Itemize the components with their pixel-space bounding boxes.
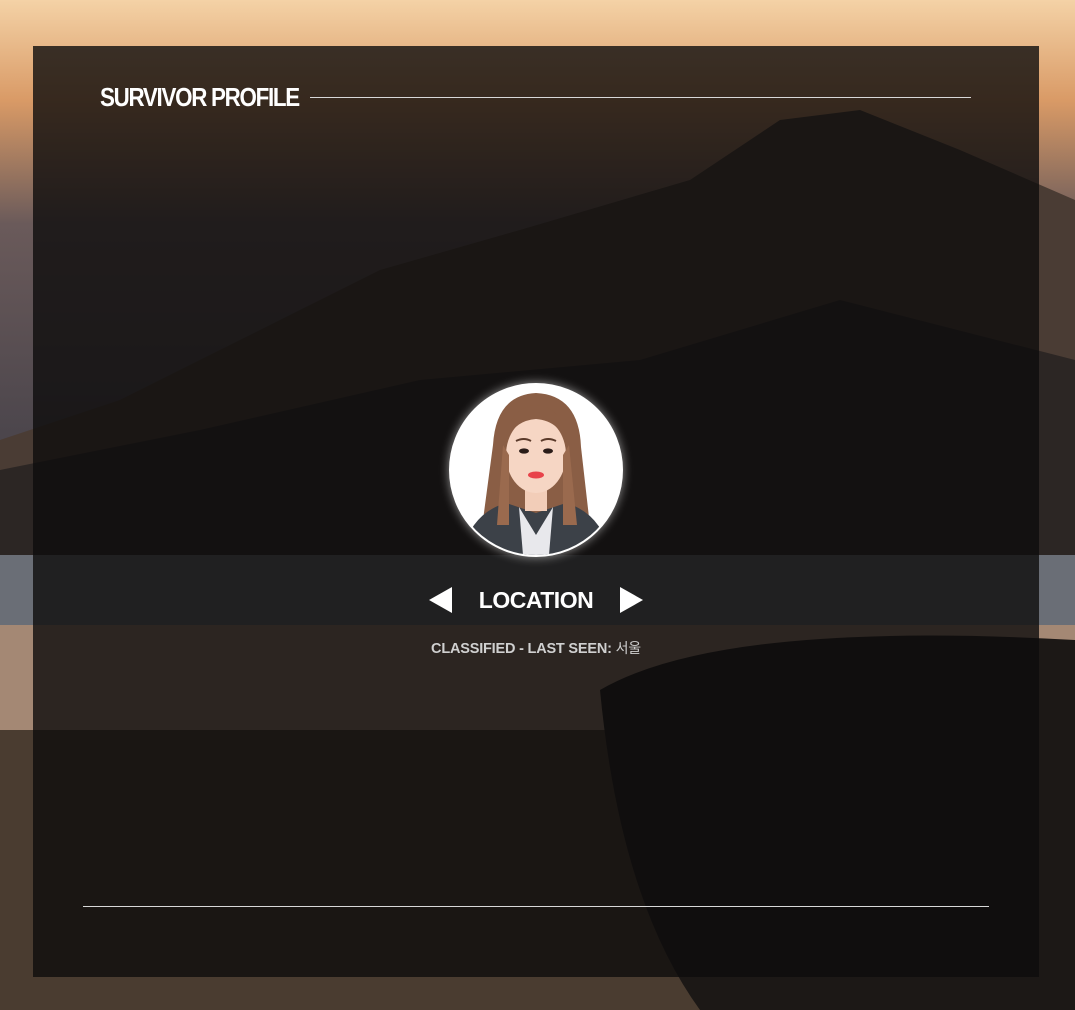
location-label: LOCATION <box>478 586 594 613</box>
arrow-left-icon[interactable] <box>428 587 452 613</box>
footer-divider <box>83 906 989 907</box>
last-seen-status: CLASSIFIED - LAST SEEN: 서울 <box>33 638 1039 658</box>
survivor-avatar <box>449 383 623 557</box>
header-divider <box>310 96 971 98</box>
status-value: 서울 <box>615 641 642 657</box>
location-selector: LOCATION <box>33 582 1039 618</box>
arrow-right-icon[interactable] <box>620 587 644 613</box>
status-prefix: CLASSIFIED - LAST SEEN: <box>431 641 616 657</box>
avatar-portrait-image <box>451 385 621 555</box>
panel-title: SURVIVOR PROFILE <box>100 81 300 112</box>
survivor-profile-panel: SURVIVOR PROFILE LOCATION CLASSIFIED - L… <box>33 46 1039 977</box>
panel-header: SURVIVOR PROFILE <box>100 82 971 112</box>
